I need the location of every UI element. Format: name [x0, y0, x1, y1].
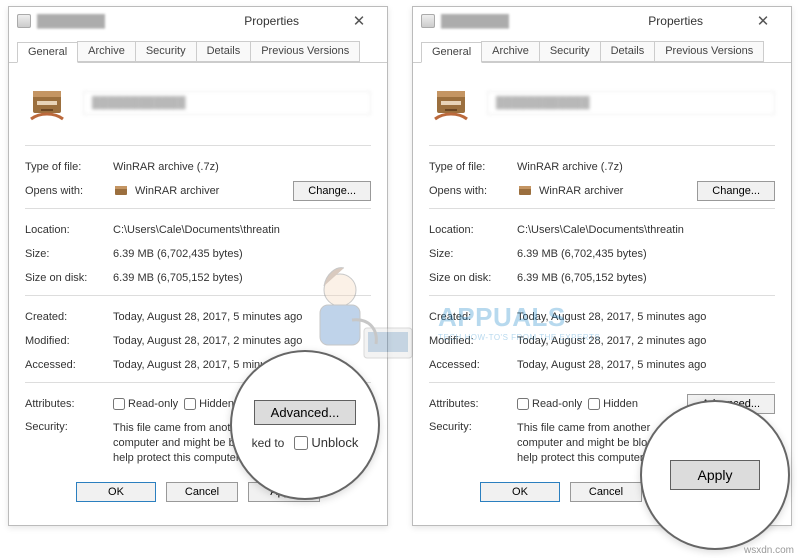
window-icon: [17, 14, 31, 28]
tab-security[interactable]: Security: [135, 41, 197, 62]
advanced-button-zoom[interactable]: Advanced...: [254, 400, 357, 425]
type-value: WinRAR archive (.7z): [517, 161, 775, 173]
security-label: Security:: [429, 421, 517, 433]
callout-unblock: Advanced... ked to Unblock: [230, 350, 380, 500]
type-value: WinRAR archive (.7z): [113, 161, 371, 173]
created-label: Created:: [25, 311, 113, 323]
location-label: Location:: [429, 224, 517, 236]
callout-apply: Apply: [640, 400, 790, 550]
modified-value: Today, August 28, 2017, 2 minutes ago: [113, 335, 371, 347]
tab-archive[interactable]: Archive: [77, 41, 136, 62]
modified-label: Modified:: [25, 335, 113, 347]
size-label: Size:: [429, 248, 517, 260]
winrar-small-icon: [113, 183, 129, 199]
disk-size-value: 6.39 MB (6,705,152 bytes): [113, 272, 371, 284]
window-icon: [421, 14, 435, 28]
accessed-value: Today, August 28, 2017, 5 minutes ago: [517, 359, 775, 371]
tab-previous-versions[interactable]: Previous Versions: [654, 41, 764, 62]
size-value: 6.39 MB (6,702,435 bytes): [517, 248, 775, 260]
disk-size-label: Size on disk:: [25, 272, 113, 284]
tab-previous-versions[interactable]: Previous Versions: [250, 41, 360, 62]
opens-with-label: Opens with:: [429, 185, 517, 197]
created-value: Today, August 28, 2017, 5 minutes ago: [517, 311, 775, 323]
hidden-checkbox[interactable]: Hidden: [184, 398, 234, 410]
tabbar: General Archive Security Details Previou…: [9, 35, 387, 63]
opens-with-label: Opens with:: [25, 185, 113, 197]
tab-security[interactable]: Security: [539, 41, 601, 62]
cancel-button[interactable]: Cancel: [166, 482, 238, 502]
winrar-large-icon: [429, 81, 473, 125]
disk-size-value: 6.39 MB (6,705,152 bytes): [517, 272, 775, 284]
filename-input[interactable]: ████████████: [83, 91, 371, 115]
winrar-large-icon: [25, 81, 69, 125]
type-label: Type of file:: [25, 161, 113, 173]
titlebar: ████████ Properties ✕: [9, 7, 387, 35]
readonly-checkbox[interactable]: Read-only: [517, 398, 582, 410]
tab-general[interactable]: General: [421, 42, 482, 63]
modified-label: Modified:: [429, 335, 517, 347]
window-title-blur: ████████: [37, 14, 244, 28]
accessed-label: Accessed:: [25, 359, 113, 371]
attributes-label: Attributes:: [429, 398, 517, 410]
callout-fragment: ked to: [252, 436, 285, 450]
source-footer: wsxdn.com: [744, 545, 794, 556]
filename-input[interactable]: ████████████: [487, 91, 775, 115]
size-value: 6.39 MB (6,702,435 bytes): [113, 248, 371, 260]
ok-button[interactable]: OK: [480, 482, 560, 502]
location-value: C:\Users\Cale\Documents\threatin: [113, 224, 371, 236]
apply-button-zoom[interactable]: Apply: [670, 460, 759, 490]
window-title-blur: ████████: [441, 14, 648, 28]
tab-archive[interactable]: Archive: [481, 41, 540, 62]
tab-details[interactable]: Details: [600, 41, 656, 62]
close-icon[interactable]: ✕: [743, 12, 783, 30]
tab-details[interactable]: Details: [196, 41, 252, 62]
window-properties-label: Properties: [244, 14, 299, 28]
hidden-checkbox[interactable]: Hidden: [588, 398, 638, 410]
created-label: Created:: [429, 311, 517, 323]
change-button[interactable]: Change...: [697, 181, 775, 201]
location-label: Location:: [25, 224, 113, 236]
tabbar: General Archive Security Details Previou…: [413, 35, 791, 63]
disk-size-label: Size on disk:: [429, 272, 517, 284]
accessed-label: Accessed:: [429, 359, 517, 371]
tab-general[interactable]: General: [17, 42, 78, 63]
opens-with-value: WinRAR archiver: [113, 183, 293, 199]
change-button[interactable]: Change...: [293, 181, 371, 201]
type-label: Type of file:: [429, 161, 517, 173]
close-icon[interactable]: ✕: [339, 12, 379, 30]
cancel-button[interactable]: Cancel: [570, 482, 642, 502]
location-value: C:\Users\Cale\Documents\threatin: [517, 224, 775, 236]
window-properties-label: Properties: [648, 14, 703, 28]
created-value: Today, August 28, 2017, 5 minutes ago: [113, 311, 371, 323]
readonly-checkbox[interactable]: Read-only: [113, 398, 178, 410]
size-label: Size:: [25, 248, 113, 260]
ok-button[interactable]: OK: [76, 482, 156, 502]
winrar-small-icon: [517, 183, 533, 199]
attributes-label: Attributes:: [25, 398, 113, 410]
modified-value: Today, August 28, 2017, 2 minutes ago: [517, 335, 775, 347]
titlebar: ████████ Properties ✕: [413, 7, 791, 35]
unblock-checkbox-zoom[interactable]: Unblock: [294, 435, 358, 450]
opens-with-value: WinRAR archiver: [517, 183, 697, 199]
security-label: Security:: [25, 421, 113, 433]
